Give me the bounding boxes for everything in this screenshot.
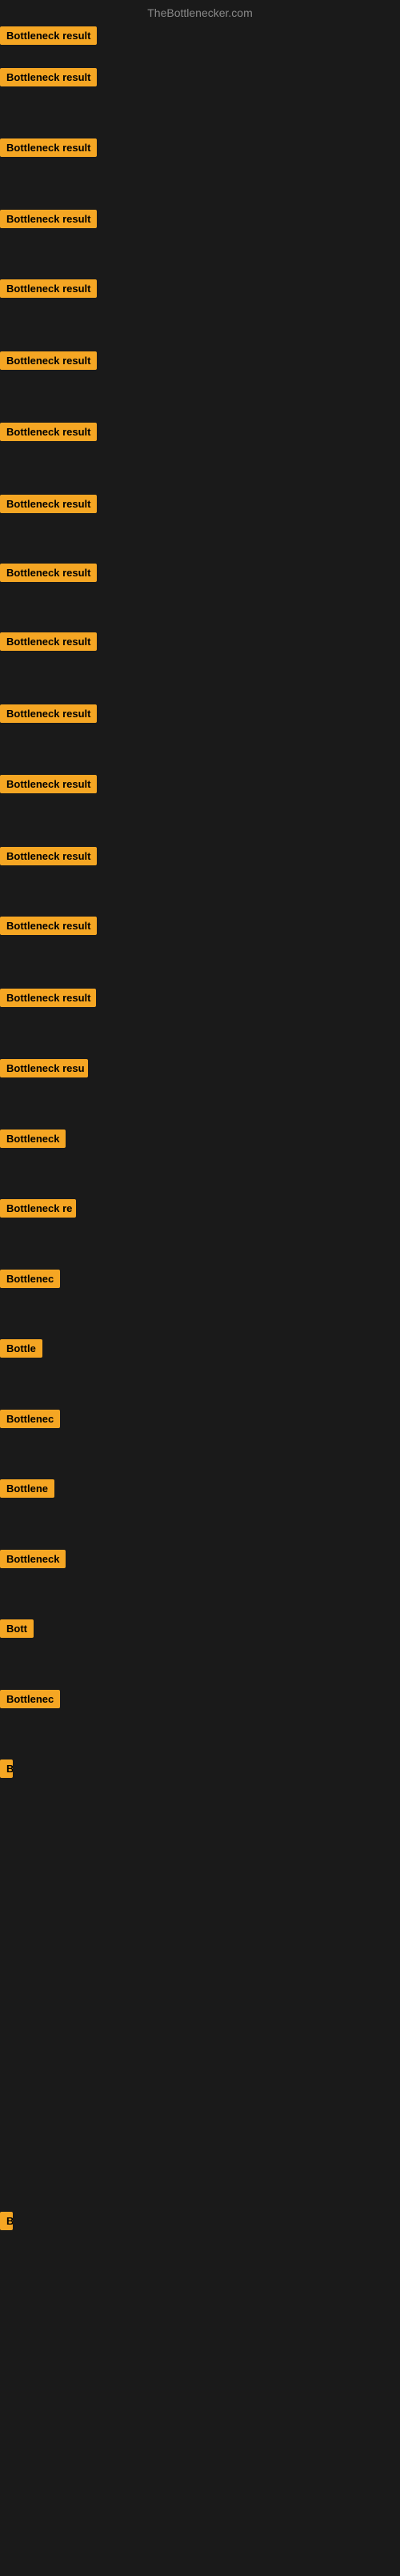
- bottleneck-item-23: Bottleneck: [0, 1550, 66, 1572]
- bottleneck-item-16: Bottleneck resu: [0, 1059, 88, 1081]
- bottleneck-item-20: Bottle: [0, 1339, 42, 1362]
- bottleneck-item-22: Bottlene: [0, 1479, 54, 1502]
- bottleneck-item-10: Bottleneck result: [0, 632, 97, 655]
- bottleneck-item-9: Bottleneck result: [0, 564, 97, 586]
- bottleneck-result-badge: Bottleneck result: [0, 26, 97, 45]
- bottleneck-result-badge: Bottlenec: [0, 1410, 60, 1428]
- bottleneck-result-badge: Bottleneck result: [0, 847, 97, 865]
- bottleneck-result-badge: Bottle: [0, 1339, 42, 1358]
- bottleneck-result-badge: Bottleneck result: [0, 495, 97, 513]
- bottleneck-result-badge: Bottleneck result: [0, 775, 97, 793]
- bottleneck-result-badge: Bottleneck result: [0, 564, 97, 582]
- bottleneck-result-badge: Bottleneck result: [0, 423, 97, 441]
- bottleneck-item-3: Bottleneck result: [0, 138, 97, 161]
- bottleneck-item-12: Bottleneck result: [0, 775, 97, 797]
- bottleneck-result-badge: Bottleneck result: [0, 351, 97, 370]
- bottleneck-result-badge: Bottleneck result: [0, 704, 97, 723]
- bottleneck-item-8: Bottleneck result: [0, 495, 97, 517]
- bottleneck-result-badge: Bottleneck result: [0, 138, 97, 157]
- bottleneck-result-badge: Bottleneck result: [0, 989, 96, 1007]
- bottleneck-item-2: Bottleneck result: [0, 68, 97, 90]
- bottleneck-item-1: Bottleneck result: [0, 26, 97, 49]
- bottleneck-item-28: B: [0, 2212, 13, 2234]
- site-title: TheBottlenecker.com: [147, 6, 253, 19]
- bottleneck-result-badge: Bottleneck re: [0, 1199, 76, 1218]
- bottleneck-result-badge: Bottlenec: [0, 1270, 60, 1288]
- bottleneck-result-badge: B: [0, 2212, 13, 2230]
- bottleneck-result-badge: Bottleneck: [0, 1130, 66, 1148]
- bottleneck-result-badge: Bottleneck result: [0, 917, 97, 935]
- bottleneck-result-badge: B: [0, 1759, 13, 1778]
- bottleneck-item-26: B: [0, 1759, 13, 1782]
- bottleneck-item-24: Bott: [0, 1619, 34, 1642]
- bottleneck-result-badge: Bottleneck resu: [0, 1059, 88, 1077]
- bottleneck-result-badge: Bottleneck result: [0, 632, 97, 651]
- bottleneck-item-19: Bottlenec: [0, 1270, 60, 1292]
- bottleneck-item-7: Bottleneck result: [0, 423, 97, 445]
- bottleneck-item-15: Bottleneck result: [0, 989, 96, 1011]
- bottleneck-item-14: Bottleneck result: [0, 917, 97, 939]
- bottleneck-result-badge: Bott: [0, 1619, 34, 1638]
- bottleneck-item-25: Bottlenec: [0, 1690, 60, 1712]
- bottleneck-item-21: Bottlenec: [0, 1410, 60, 1432]
- bottleneck-result-badge: Bottleneck result: [0, 210, 97, 228]
- bottleneck-item-11: Bottleneck result: [0, 704, 97, 727]
- bottleneck-item-13: Bottleneck result: [0, 847, 97, 869]
- bottleneck-result-badge: Bottlenec: [0, 1690, 60, 1708]
- bottleneck-item-5: Bottleneck result: [0, 279, 97, 302]
- bottleneck-item-4: Bottleneck result: [0, 210, 97, 232]
- bottleneck-item-17: Bottleneck: [0, 1130, 66, 1152]
- site-header: TheBottlenecker.com: [0, 0, 400, 22]
- bottleneck-result-badge: Bottleneck: [0, 1550, 66, 1568]
- bottleneck-result-badge: Bottleneck result: [0, 279, 97, 298]
- bottleneck-result-badge: Bottleneck result: [0, 68, 97, 86]
- bottleneck-result-badge: Bottlene: [0, 1479, 54, 1498]
- bottleneck-item-6: Bottleneck result: [0, 351, 97, 374]
- bottleneck-item-18: Bottleneck re: [0, 1199, 76, 1222]
